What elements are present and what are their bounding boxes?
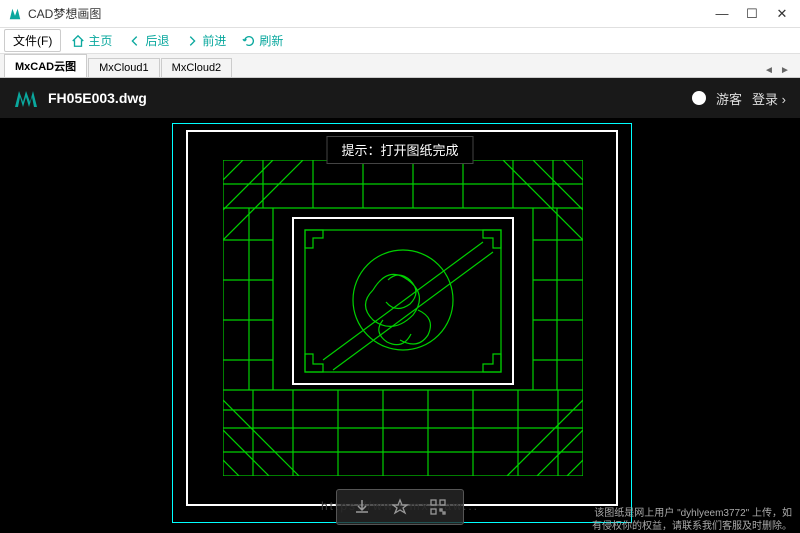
minimize-button[interactable]: — — [716, 8, 728, 20]
file-menu[interactable]: 文件(F) — [4, 29, 61, 52]
mxcad-logo-icon — [14, 88, 38, 108]
forward-label: 前进 — [202, 32, 226, 49]
disclaimer-line1: 该图纸是网上用户 "dyhlyeem3772" 上传，如 — [592, 507, 792, 520]
refresh-button[interactable]: 刷新 — [236, 30, 289, 51]
menu-bar: 文件(F) 主页 后退 前进 刷新 — [0, 28, 800, 54]
tab-mxcloud2[interactable]: MxCloud2 — [161, 58, 233, 77]
home-label: 主页 — [88, 32, 112, 49]
star-icon — [391, 498, 409, 516]
hint-tooltip: 提示：打开图纸完成 — [326, 136, 473, 164]
download-button[interactable] — [351, 496, 373, 518]
login-link[interactable]: 登录 › — [752, 89, 786, 108]
cad-drawing — [223, 160, 583, 476]
qrcode-icon — [429, 498, 447, 516]
tab-mxcloud1[interactable]: MxCloud1 — [88, 58, 160, 77]
avatar-icon — [692, 91, 706, 105]
qrcode-button[interactable] — [427, 496, 449, 518]
window-controls: — ☐ ✕ — [716, 8, 792, 20]
refresh-label: 刷新 — [259, 32, 283, 49]
tab-bar: MxCAD云图 MxCloud1 MxCloud2 ◄ ► — [0, 54, 800, 78]
back-button[interactable]: 后退 — [122, 30, 175, 51]
hint-text: 提示：打开图纸完成 — [341, 143, 458, 158]
tab-next-button[interactable]: ► — [778, 63, 792, 77]
disclaimer-text: 该图纸是网上用户 "dyhlyeem3772" 上传，如 有侵权你的权益，请联系… — [592, 507, 792, 533]
cad-canvas[interactable]: 提示：打开图纸完成 — [0, 118, 800, 533]
refresh-icon — [242, 34, 256, 48]
close-button[interactable]: ✕ — [776, 8, 788, 20]
window-title: CAD梦想画图 — [28, 5, 716, 22]
filename-label: FH05E003.dwg — [48, 90, 692, 106]
maximize-button[interactable]: ☐ — [746, 8, 758, 20]
guest-label: 游客 — [716, 89, 742, 108]
lattice-pattern-icon — [223, 160, 583, 476]
forward-button[interactable]: 前进 — [179, 30, 232, 51]
home-icon — [71, 34, 85, 48]
tab-nav: ◄ ► — [762, 63, 796, 77]
favorite-button[interactable] — [389, 496, 411, 518]
home-button[interactable]: 主页 — [65, 30, 118, 51]
app-viewport: FH05E003.dwg 游客 登录 › 提示：打开图纸完成 — [0, 78, 800, 533]
download-icon — [353, 498, 371, 516]
tab-prev-button[interactable]: ◄ — [762, 63, 776, 77]
disclaimer-line2: 有侵权你的权益，请联系我们客服及时删除。 — [592, 520, 792, 533]
bottom-toolbar — [336, 489, 464, 525]
tab-mxcad[interactable]: MxCAD云图 — [4, 54, 87, 77]
window-titlebar: CAD梦想画图 — ☐ ✕ — [0, 0, 800, 28]
back-label: 后退 — [145, 32, 169, 49]
back-icon — [128, 34, 142, 48]
app-icon — [8, 7, 22, 21]
app-header: FH05E003.dwg 游客 登录 › — [0, 78, 800, 118]
user-panel: 游客 登录 › — [692, 89, 786, 108]
forward-icon — [185, 34, 199, 48]
